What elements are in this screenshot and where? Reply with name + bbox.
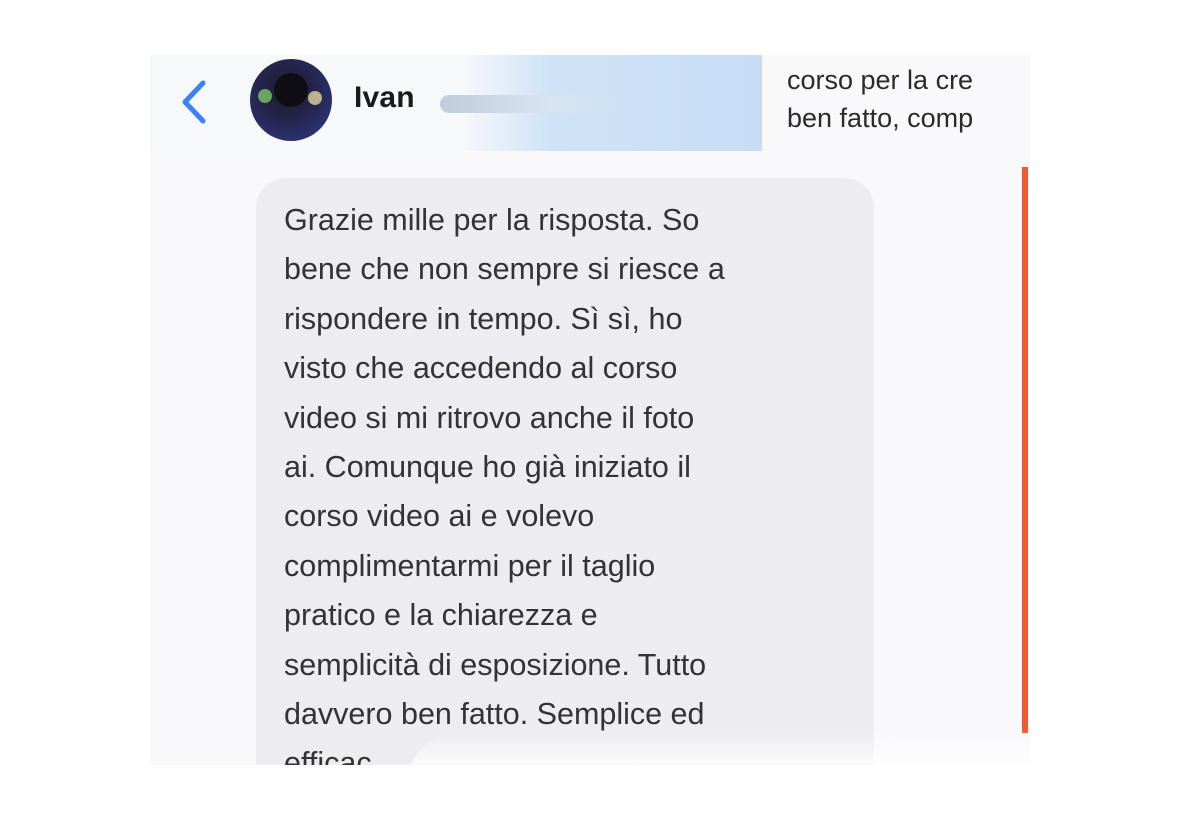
chat-screen: Ivan corso per la cre ben fatto, comp Gr… — [150, 55, 1030, 765]
message-line: bene che non sempre si riesce a — [284, 252, 725, 287]
chat-header: Ivan — [150, 55, 762, 151]
message-line: rispondere in tempo. Sì sì, ho — [284, 301, 683, 336]
message-line: visto che accedendo al corso — [284, 351, 678, 386]
message-line: complimentarmi per il taglio — [284, 548, 656, 583]
message-text: Grazie mille per la risposta. So bene ch… — [284, 196, 864, 765]
bottom-fade — [405, 730, 1030, 765]
message-preview: corso per la cre ben fatto, comp — [787, 61, 1030, 137]
name-redaction — [440, 95, 620, 113]
message-line: semplicità di esposizione. Tutto — [284, 647, 707, 682]
message-line: ai. Comunque ho già iniziato il — [284, 450, 691, 485]
message-bubble[interactable]: Grazie mille per la risposta. So bene ch… — [256, 178, 874, 765]
preview-line: corso per la cre — [787, 65, 974, 95]
preview-line: ben fatto, comp — [787, 103, 974, 133]
contact-name[interactable]: Ivan — [354, 81, 415, 115]
back-button[interactable] — [172, 77, 216, 127]
message-line: pratico e la chiarezza e — [284, 598, 598, 633]
message-line: Grazie mille per la risposta. So — [284, 203, 700, 237]
message-line: corso video ai e volevo — [284, 499, 595, 534]
accent-bar — [1022, 167, 1028, 733]
chevron-left-icon — [182, 80, 206, 124]
message-line: video si mi ritrovo anche il foto — [284, 400, 695, 435]
avatar[interactable] — [250, 59, 332, 141]
